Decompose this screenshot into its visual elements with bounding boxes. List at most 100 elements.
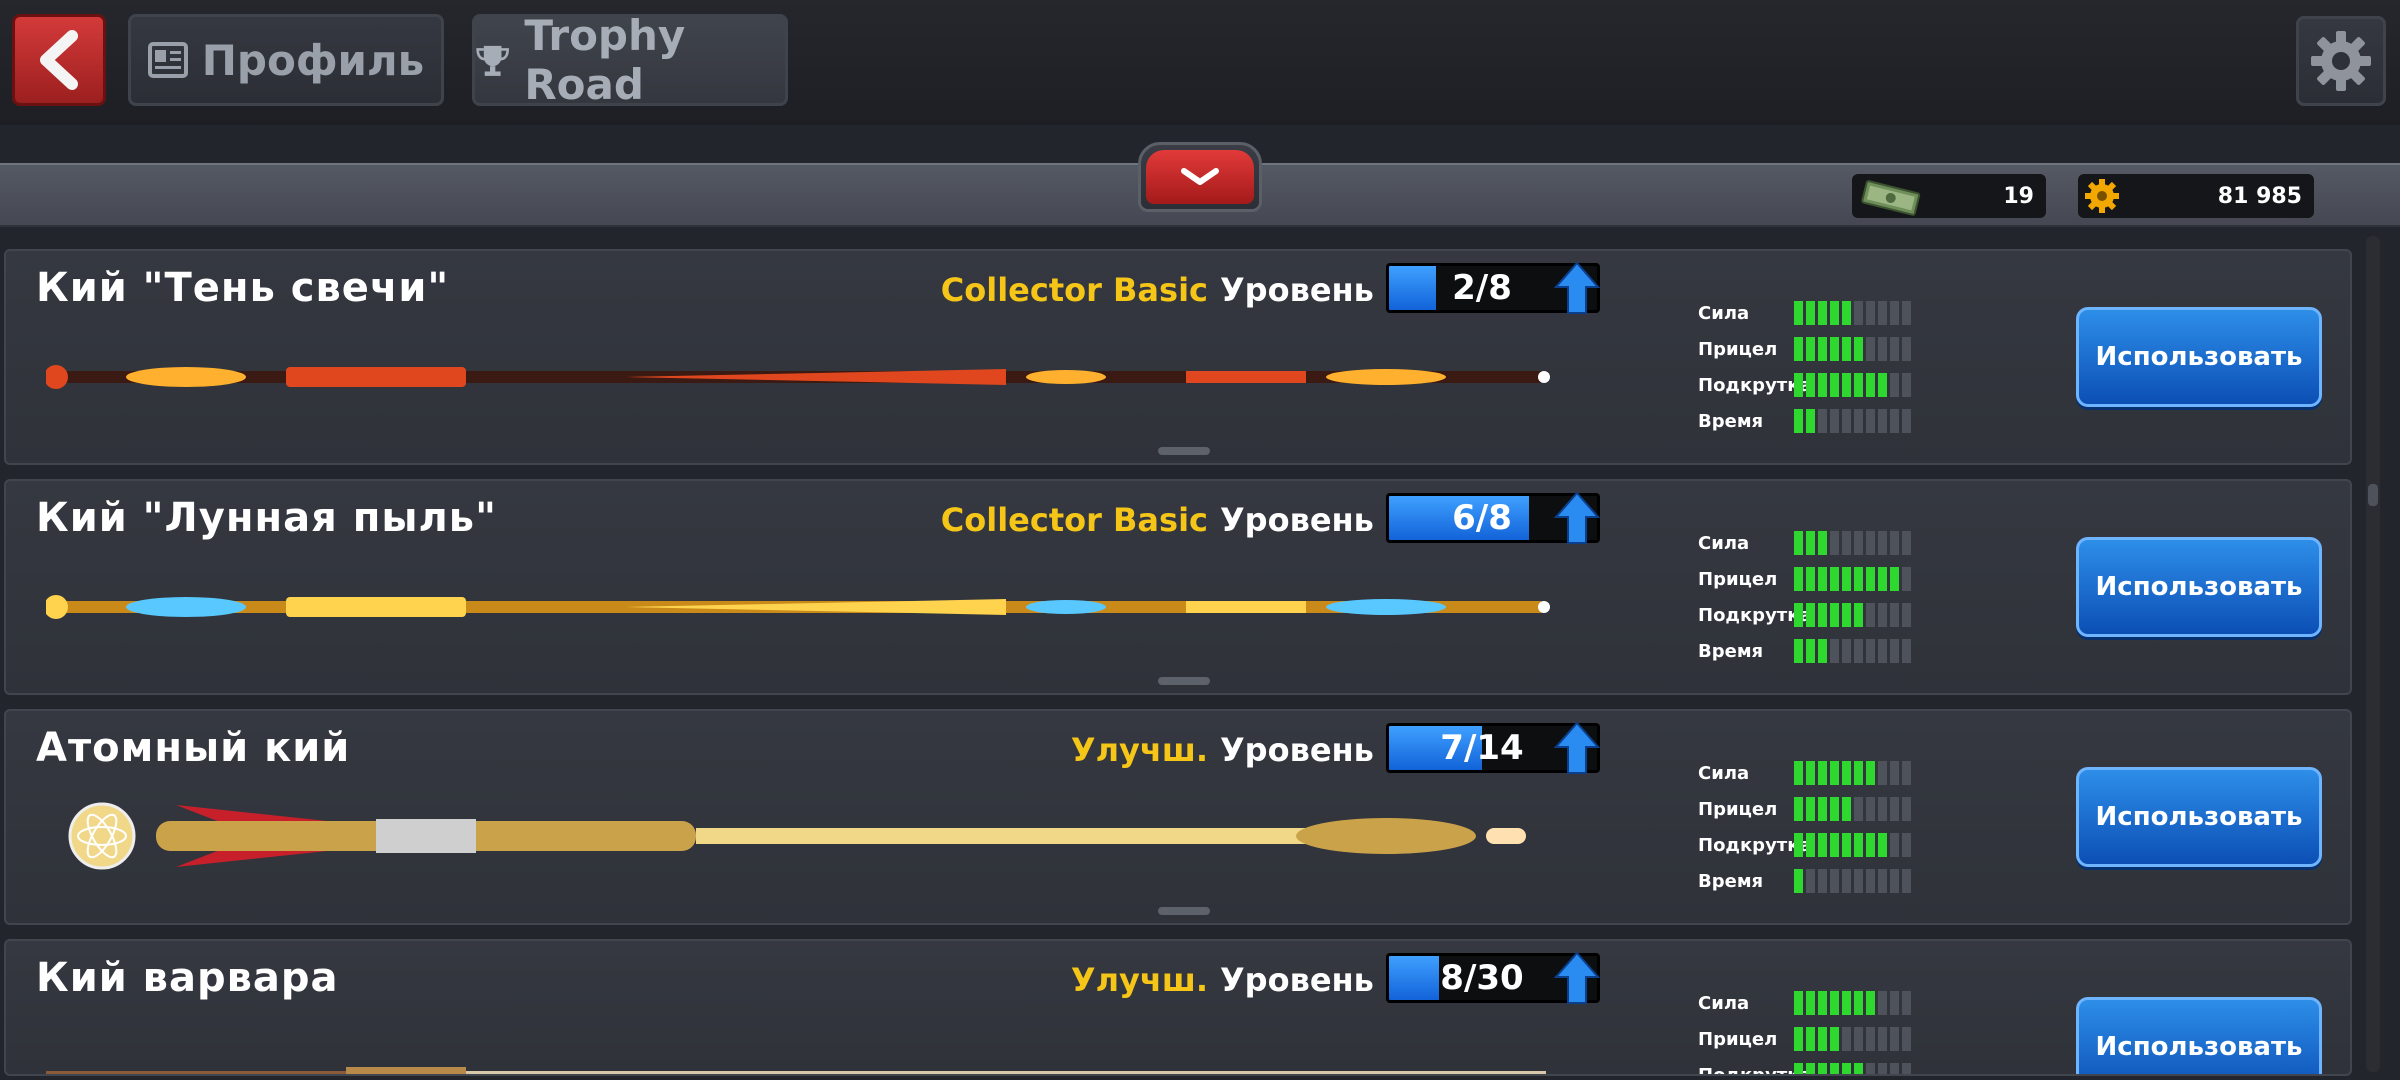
cash-counter[interactable]: 19 [1852,174,2046,218]
expand-handle[interactable] [1158,677,1210,685]
stat-row: Время [1698,403,1911,439]
stat-label: Подкрутка [1698,1064,1812,1076]
expand-handle[interactable] [1158,907,1210,915]
stat-bar-segment [1842,409,1851,433]
cue-row[interactable]: Атомный кий Улучш. Уровень 3 7/14 Сила Прицел… [4,709,2352,925]
stat-label: Сила [1698,532,1750,554]
stat-bar-segment [1794,1063,1803,1074]
stat-bar-segment [1818,1027,1827,1051]
stat-bar-segment [1902,603,1911,627]
top-bar: Профиль Trophy Road [0,0,2400,125]
stat-row: Сила [1698,525,1911,561]
stat-bar-segment [1806,409,1815,433]
stat-bar-segment [1830,337,1839,361]
stat-bar-segment [1878,833,1887,857]
stat-meter [1794,1027,1911,1051]
stat-row: Подкрутка [1698,597,1911,633]
cue-row[interactable]: Кий "Тень свечи" Collector Basic Уровень 4… [4,249,2352,465]
stat-bar-segment [1818,373,1827,397]
back-arrow-icon [40,30,78,90]
stat-bar-segment [1830,833,1839,857]
cue-name: Кий варвара [36,955,339,1001]
stat-bar-segment [1866,797,1875,821]
stat-bar-segment [1830,301,1839,325]
expand-handle[interactable] [1158,447,1210,455]
stat-bar-segment [1854,761,1863,785]
upgrade-arrow-icon[interactable] [1554,721,1600,775]
use-cue-button[interactable]: Использовать [2076,537,2322,637]
stat-bar-segment [1806,531,1815,555]
stat-bar-segment [1794,373,1803,397]
stat-meter [1794,603,1911,627]
scrollbar-track[interactable] [2366,236,2380,1072]
coin-counter[interactable]: 81 985 [2078,174,2314,218]
upgrade-arrow-icon[interactable] [1554,261,1600,315]
cue-row[interactable]: Кий "Лунная пыль" Collector Basic Уровень … [4,479,2352,695]
stat-bar-segment [1830,869,1839,893]
settings-button[interactable] [2296,16,2386,106]
stat-meter [1794,567,1911,591]
stat-row: Время [1698,633,1911,669]
stat-bar-segment [1830,639,1839,663]
stat-bar-segment [1902,761,1911,785]
stat-bar-segment [1890,1063,1899,1074]
cue-category: Улучш. [1070,731,1208,769]
stat-row: Прицел [1698,331,1911,367]
stat-meter [1794,409,1911,433]
profile-tab-label: Профиль [201,35,425,85]
stat-bar-segment [1806,639,1815,663]
stat-bar-segment [1842,567,1851,591]
collapse-button[interactable] [1138,142,1262,212]
stat-bar-segment [1818,301,1827,325]
stat-bar-segment [1818,531,1827,555]
cue-name: Кий "Лунная пыль" [36,495,497,541]
stat-bar-segment [1890,991,1899,1015]
stat-bar-segment [1830,761,1839,785]
stat-bar-segment [1866,337,1875,361]
stat-bar-segment [1794,531,1803,555]
stat-bar-segment [1794,869,1803,893]
stat-label: Сила [1698,762,1750,784]
stat-meter [1794,301,1911,325]
back-button[interactable] [12,14,106,106]
stat-label: Подкрутка [1698,374,1812,396]
stat-bar-segment [1854,797,1863,821]
stat-bar-segment [1806,869,1815,893]
stat-bar-segment [1830,409,1839,433]
stat-bar-segment [1866,301,1875,325]
stat-bar-segment [1878,301,1887,325]
cash-value: 19 [2003,183,2034,209]
stat-bar-segment [1878,991,1887,1015]
chevron-down-icon [1181,168,1219,185]
stat-row: Подкрутка [1698,367,1911,403]
cue-stats: СилаПрицелПодкруткаВремя [1698,985,1911,1076]
stat-bar-segment [1890,761,1899,785]
cash-icon [1861,180,1921,216]
stat-bar-segment [1878,1027,1887,1051]
stat-bar-segment [1806,991,1815,1015]
stat-bar-segment [1854,531,1863,555]
use-cue-button[interactable]: Использовать [2076,307,2322,407]
stat-bar-segment [1818,869,1827,893]
stat-bar-segment [1818,567,1827,591]
stat-bar-segment [1866,1063,1875,1074]
use-cue-button[interactable]: Использовать [2076,997,2322,1074]
stat-bar-segment [1794,797,1803,821]
cue-row[interactable]: Кий варвара Улучш. Уровень 4 8/30 Сила Прицел… [4,939,2352,1076]
profile-tab[interactable]: Профиль [128,14,444,106]
stat-bar-segment [1902,1063,1911,1074]
stat-label: Подкрутка [1698,604,1812,626]
stat-bar-segment [1854,1063,1863,1074]
stat-row: Прицел [1698,791,1911,827]
stat-bar-segment [1890,603,1899,627]
stat-bar-segment [1842,1063,1851,1074]
upgrade-arrow-icon[interactable] [1554,491,1600,545]
upgrade-arrow-icon[interactable] [1554,951,1600,1005]
stat-bar-segment [1806,797,1815,821]
scrollbar-thumb[interactable] [2368,484,2378,506]
stat-bar-segment [1878,409,1887,433]
trophy-road-tab[interactable]: Trophy Road [472,11,788,109]
use-cue-button[interactable]: Использовать [2076,767,2322,867]
stat-row: Сила [1698,295,1911,331]
stat-meter [1794,639,1911,663]
